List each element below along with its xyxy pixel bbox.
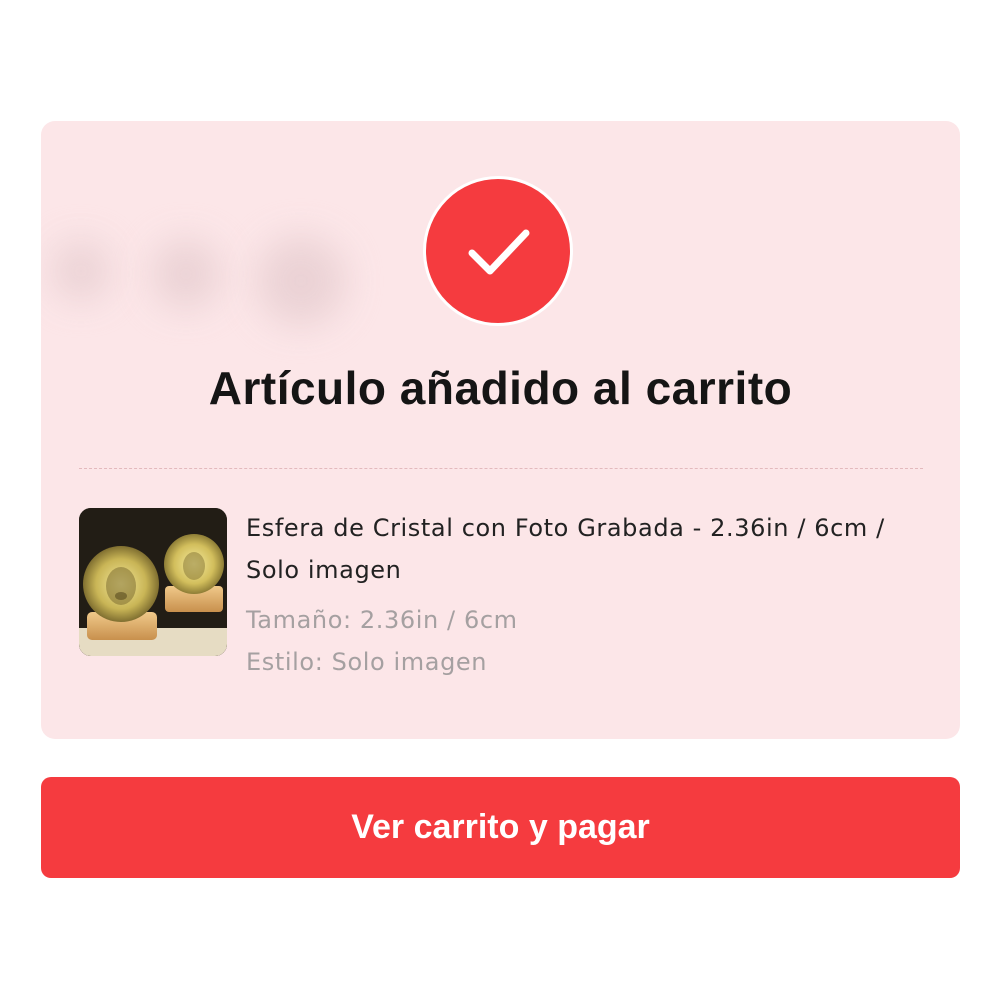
product-name: Esfera de Cristal con Foto Grabada - 2.3… (246, 514, 885, 584)
product-option-style: Estilo: Solo imagen (246, 648, 488, 676)
cart-confirmation-page: Artículo añadido al carrito Esfera de Cr… (0, 0, 1000, 1000)
view-cart-and-checkout-button[interactable]: Ver carrito y pagar (41, 777, 960, 878)
confirmation-title: Artículo añadido al carrito (208, 362, 793, 414)
product-thumbnail (79, 508, 227, 656)
product-image (79, 508, 227, 656)
check-icon (468, 229, 530, 275)
success-check-badge (423, 176, 573, 326)
added-to-cart-card: Artículo añadido al carrito Esfera de Cr… (41, 121, 960, 739)
product-option-size: Tamaño: 2.36in / 6cm (246, 606, 518, 634)
divider (79, 468, 923, 469)
